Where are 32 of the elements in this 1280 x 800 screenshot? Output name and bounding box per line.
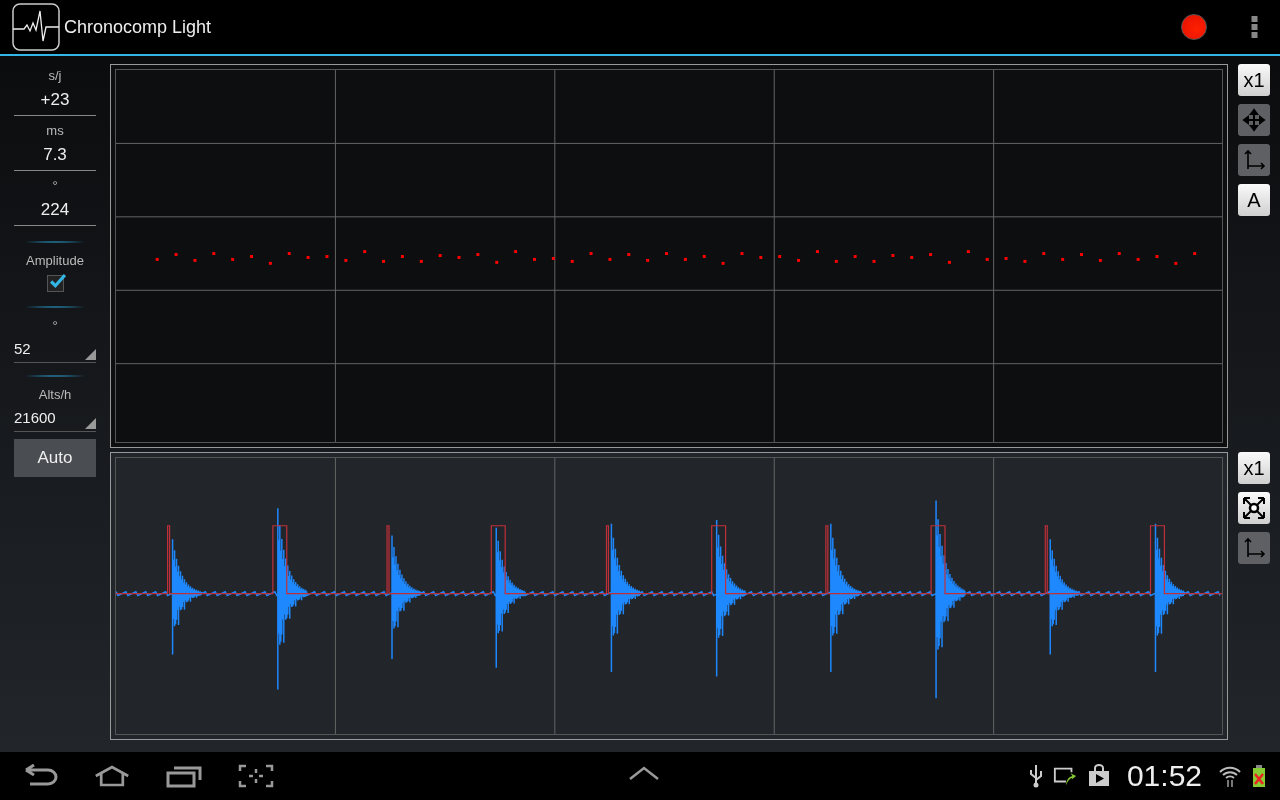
axes-button[interactable] [1238, 532, 1270, 564]
toggle-button[interactable]: x1 [1238, 452, 1270, 484]
value-field[interactable]: 224 [14, 194, 96, 226]
wifi-icon [1218, 764, 1242, 788]
record-indicator-icon[interactable] [1181, 14, 1207, 40]
overflow-menu-icon[interactable] [1251, 16, 1258, 38]
waveform-logo-icon [12, 3, 60, 51]
checkbox-label: Amplitude [26, 253, 84, 269]
recent-apps-icon[interactable] [166, 764, 202, 788]
move-button[interactable] [1238, 104, 1270, 136]
value-field[interactable]: +23 [14, 84, 96, 116]
chevron-up-icon[interactable] [629, 766, 659, 780]
screenshot-icon[interactable] [238, 764, 274, 788]
battery-icon [1252, 764, 1266, 788]
shopping-bag-icon [1086, 764, 1111, 788]
clock-text: 01:52 [1126, 759, 1202, 793]
spinner-label: Alts/h [38, 387, 72, 403]
auto-button[interactable]: Auto [14, 439, 96, 477]
home-icon[interactable] [94, 764, 130, 788]
amplitude-checkbox[interactable] [46, 275, 64, 292]
toggle-button[interactable]: x1 [1238, 64, 1270, 96]
usb-icon [1028, 764, 1043, 788]
axes-button[interactable] [1238, 144, 1270, 176]
field-label: s/j [48, 68, 62, 84]
spinner-label: ° [52, 318, 58, 334]
field-label: ° [52, 178, 58, 194]
app-title: Chronocomp Light [64, 16, 212, 38]
value-field[interactable]: 7.3 [14, 139, 96, 171]
field-label: ms [46, 123, 64, 139]
fit-button[interactable] [1238, 492, 1270, 524]
toggle-button[interactable]: A [1238, 184, 1270, 216]
dropdown-spinner[interactable]: 52 [14, 334, 96, 363]
